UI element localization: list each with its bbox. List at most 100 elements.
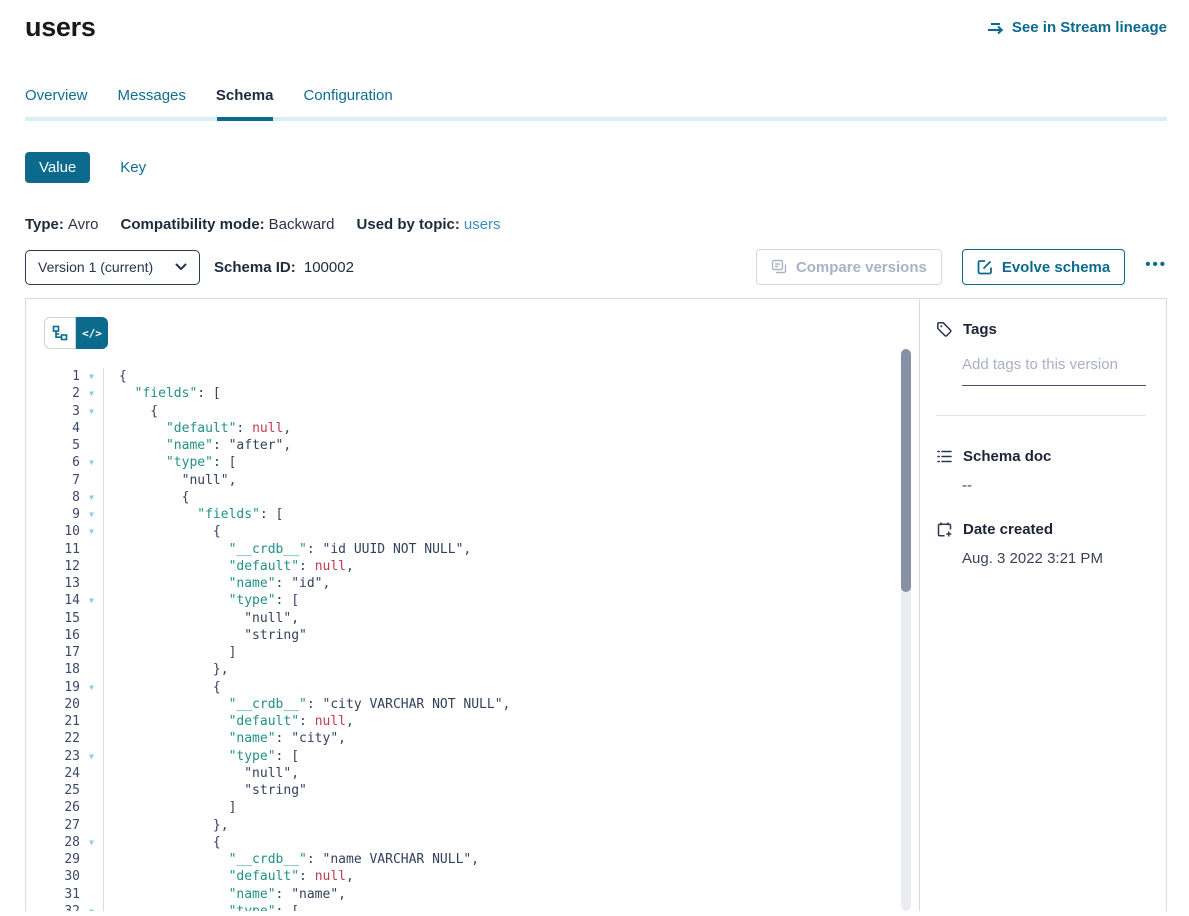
tags-title: Tags bbox=[963, 321, 997, 338]
line-number: 6 bbox=[44, 454, 80, 471]
version-action-row: Version 1 (current) Schema ID: 100002 bbox=[25, 249, 1167, 285]
code-text: "name": "city", bbox=[104, 730, 346, 747]
line-gutter: 25 bbox=[44, 782, 104, 799]
fold-arrow-icon[interactable]: ▼ bbox=[80, 368, 103, 385]
fold-arrow-icon[interactable]: ▼ bbox=[80, 523, 103, 540]
line-gutter: 28▼ bbox=[44, 834, 104, 851]
date-created-header: Date created bbox=[936, 521, 1146, 538]
code-text: "null", bbox=[104, 472, 236, 489]
line-number: 8 bbox=[44, 489, 80, 506]
tab-messages[interactable]: Messages bbox=[118, 87, 186, 117]
value-toggle-button[interactable]: Value bbox=[25, 152, 90, 183]
fold-arrow-icon[interactable]: ▼ bbox=[80, 903, 103, 911]
code-line: 13 "name": "id", bbox=[44, 575, 919, 592]
fold-arrow-icon[interactable]: ▼ bbox=[80, 385, 103, 402]
code-text: "null", bbox=[104, 765, 299, 782]
code-text: "__crdb__": "city VARCHAR NOT NULL", bbox=[104, 696, 510, 713]
code-line: 20 "__crdb__": "city VARCHAR NOT NULL", bbox=[44, 696, 919, 713]
code-scrollbar-track[interactable] bbox=[901, 349, 911, 911]
fold-spacer bbox=[80, 713, 103, 730]
chevron-down-icon bbox=[175, 263, 187, 271]
add-tags-input[interactable] bbox=[962, 356, 1146, 386]
code-line: 4 "default": null, bbox=[44, 420, 919, 437]
more-actions-button[interactable]: ••• bbox=[1145, 256, 1167, 279]
line-number: 2 bbox=[44, 385, 80, 402]
version-select-value: Version 1 (current) bbox=[38, 259, 153, 275]
schema-view-toggle: </> bbox=[44, 317, 108, 349]
code-line: 27 }, bbox=[44, 817, 919, 834]
code-line: 23▼ "type": [ bbox=[44, 748, 919, 765]
line-number: 12 bbox=[44, 558, 80, 575]
type-value: Avro bbox=[68, 216, 99, 233]
line-gutter: 10▼ bbox=[44, 523, 104, 540]
compare-versions-button[interactable]: Compare versions bbox=[756, 249, 942, 285]
code-line: 26 ] bbox=[44, 799, 919, 816]
code-line: 29 "__crdb__": "name VARCHAR NULL", bbox=[44, 851, 919, 868]
code-text: "default": null, bbox=[104, 420, 291, 437]
fold-arrow-icon[interactable]: ▼ bbox=[80, 489, 103, 506]
code-line: 12 "default": null, bbox=[44, 558, 919, 575]
code-line: 25 "string" bbox=[44, 782, 919, 799]
value-key-toggle: Value Key bbox=[25, 152, 1167, 183]
version-select[interactable]: Version 1 (current) bbox=[25, 250, 200, 285]
code-text: "__crdb__": "name VARCHAR NULL", bbox=[104, 851, 479, 868]
key-toggle-link[interactable]: Key bbox=[120, 159, 146, 176]
evolve-schema-button[interactable]: Evolve schema bbox=[962, 249, 1125, 285]
code-text: { bbox=[104, 679, 221, 696]
code-scrollbar-thumb[interactable] bbox=[901, 349, 911, 592]
see-in-stream-lineage-link[interactable]: See in Stream lineage bbox=[987, 19, 1167, 36]
line-number: 24 bbox=[44, 765, 80, 782]
schema-doc-section: Schema doc -- bbox=[936, 448, 1146, 494]
code-text: }, bbox=[104, 817, 229, 834]
code-text: "type": [ bbox=[104, 592, 299, 609]
page-header: users See in Stream lineage bbox=[25, 12, 1167, 43]
line-number: 23 bbox=[44, 748, 80, 765]
version-actions: Compare versions Evolve schema ••• bbox=[756, 249, 1167, 285]
code-line: 2▼ "fields": [ bbox=[44, 385, 919, 402]
line-number: 17 bbox=[44, 644, 80, 661]
tab-underline-track bbox=[25, 117, 1167, 121]
line-gutter: 9▼ bbox=[44, 506, 104, 523]
code-lines: 1▼{2▼ "fields": [3▼ {4 "default": null,5… bbox=[44, 368, 919, 911]
code-text: "name": "id", bbox=[104, 575, 330, 592]
line-gutter: 5 bbox=[44, 437, 104, 454]
date-created-value: Aug. 3 2022 3:21 PM bbox=[962, 550, 1146, 567]
line-gutter: 30 bbox=[44, 868, 104, 885]
fold-arrow-icon[interactable]: ▼ bbox=[80, 592, 103, 609]
code-text: "default": null, bbox=[104, 713, 354, 730]
date-created-title: Date created bbox=[963, 521, 1053, 538]
tree-view-icon bbox=[52, 325, 68, 341]
fold-arrow-icon[interactable]: ▼ bbox=[80, 506, 103, 523]
schema-id-label: Schema ID: bbox=[214, 259, 296, 276]
fold-spacer bbox=[80, 765, 103, 782]
line-gutter: 12 bbox=[44, 558, 104, 575]
tree-view-button[interactable] bbox=[44, 317, 76, 349]
code-text: { bbox=[104, 489, 189, 506]
topic-link[interactable]: users bbox=[464, 216, 501, 233]
fold-spacer bbox=[80, 575, 103, 592]
code-line: 9▼ "fields": [ bbox=[44, 506, 919, 523]
line-number: 11 bbox=[44, 541, 80, 558]
page-title: users bbox=[25, 12, 96, 43]
sidebar-divider bbox=[936, 415, 1146, 416]
code-text: { bbox=[104, 403, 158, 420]
fold-arrow-icon[interactable]: ▼ bbox=[80, 454, 103, 471]
code-line: 32▼ "type": [ bbox=[44, 903, 919, 911]
fold-arrow-icon[interactable]: ▼ bbox=[80, 834, 103, 851]
line-gutter: 1▼ bbox=[44, 368, 104, 385]
fold-spacer bbox=[80, 644, 103, 661]
tab-schema[interactable]: Schema bbox=[216, 87, 274, 117]
fold-arrow-icon[interactable]: ▼ bbox=[80, 403, 103, 420]
line-number: 15 bbox=[44, 610, 80, 627]
fold-arrow-icon[interactable]: ▼ bbox=[80, 748, 103, 765]
tab-overview[interactable]: Overview bbox=[25, 87, 88, 117]
schema-doc-title: Schema doc bbox=[963, 448, 1051, 465]
code-text: "fields": [ bbox=[104, 385, 221, 402]
schema-id-value: 100002 bbox=[304, 259, 354, 276]
compat-label: Compatibility mode: bbox=[120, 216, 264, 233]
code-text: "default": null, bbox=[104, 868, 354, 885]
code-view-button[interactable]: </> bbox=[76, 317, 108, 349]
line-gutter: 2▼ bbox=[44, 385, 104, 402]
tab-configuration[interactable]: Configuration bbox=[303, 87, 392, 117]
fold-arrow-icon[interactable]: ▼ bbox=[80, 679, 103, 696]
